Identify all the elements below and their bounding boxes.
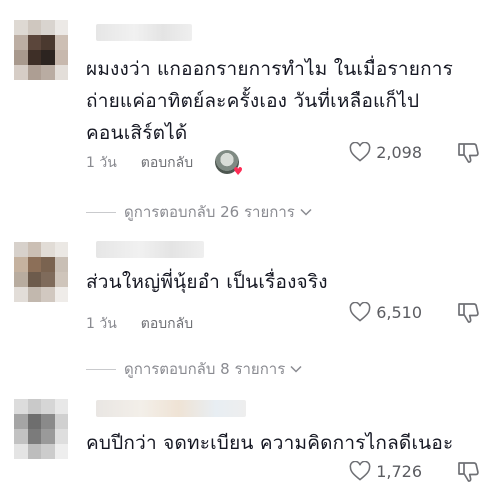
avatar-pixel	[14, 257, 28, 272]
avatar-pixel	[41, 429, 55, 444]
avatar-pixel	[54, 20, 68, 35]
dislike-button[interactable]	[456, 141, 482, 169]
avatar-pixel	[27, 242, 41, 257]
like-count: 6,510	[376, 302, 422, 322]
avatar-pixel	[54, 242, 68, 257]
avatar-pixel	[54, 399, 68, 414]
avatar-pixel	[54, 35, 68, 50]
avatar-pixel	[14, 272, 28, 287]
thumbs-down-icon	[458, 462, 479, 482]
avatar-pixel	[54, 429, 68, 444]
avatar-pixel	[41, 272, 55, 287]
avatar[interactable]	[14, 399, 68, 459]
reply-button[interactable]: ตอบกลับ	[141, 313, 193, 335]
chevron-down-icon	[300, 208, 312, 216]
avatar-pixel	[41, 287, 55, 302]
divider	[86, 211, 116, 213]
comment-meta: 1 วัน ตอบกลับ ♥	[86, 150, 244, 178]
heart-outline-icon	[349, 302, 371, 322]
avatar-pixel	[54, 50, 68, 65]
username[interactable]	[96, 24, 192, 41]
avatar-pixel	[27, 272, 41, 287]
avatar-pixel	[54, 65, 68, 80]
view-replies-label: ดูการตอบกลับ 26 รายการ	[124, 203, 295, 221]
avatar-pixel	[14, 287, 28, 302]
avatar-pixel	[27, 399, 41, 414]
view-replies-label: ดูการตอบกลับ 8 รายการ	[124, 360, 286, 378]
avatar-pixel	[14, 444, 28, 459]
comment-text-line: ส่วนใหญ่พี่นุ้ยอำ เป็นเรื่องจริง	[86, 271, 328, 293]
dislike-button[interactable]	[456, 460, 482, 488]
like-count: 1,726	[376, 461, 422, 481]
comment-text: ส่วนใหญ่พี่นุ้ยอำ เป็นเรื่องจริง	[86, 266, 476, 298]
avatar-pixel	[27, 429, 41, 444]
comment-text: ผมงงว่า แกออกรายการทำไม ในเมื่อรายการ ถ่…	[86, 53, 476, 149]
avatar-pixel	[27, 287, 41, 302]
comment-text-line: ผมงงว่า แกออกรายการทำไม ในเมื่อรายการ	[86, 58, 454, 80]
like-button[interactable]: 1,726	[349, 461, 422, 481]
comment-text-line: คบปีกว่า จดทะเบียน ความคิดการไกลดีเนอะ	[86, 432, 454, 454]
avatar[interactable]	[14, 242, 68, 302]
avatar-pixel	[27, 65, 41, 80]
avatar-pixel	[41, 444, 55, 459]
avatar-pixel	[14, 429, 28, 444]
username[interactable]	[96, 400, 246, 417]
avatar-pixel	[54, 444, 68, 459]
comment-time: 1 วัน	[86, 316, 117, 332]
username[interactable]	[96, 241, 204, 258]
avatar-pixel	[41, 414, 55, 429]
avatar-pixel	[14, 414, 28, 429]
heart-outline-icon	[349, 461, 371, 481]
reply-button[interactable]: ตอบกลับ	[141, 152, 193, 174]
avatar-pixel	[41, 20, 55, 35]
avatar-pixel	[14, 35, 28, 50]
comment-text: คบปีกว่า จดทะเบียน ความคิดการไกลดีเนอะ	[86, 427, 476, 459]
avatar-pixel	[14, 50, 28, 65]
view-replies-button[interactable]: ดูการตอบกลับ 26 รายการ	[86, 200, 312, 224]
creator-liked-badge: ♥	[215, 150, 244, 178]
dislike-button[interactable]	[456, 301, 482, 329]
chevron-down-icon	[290, 365, 302, 373]
like-count: 2,098	[376, 142, 422, 162]
avatar-pixel	[41, 65, 55, 80]
avatar-pixel	[14, 65, 28, 80]
divider	[86, 368, 116, 370]
thumbs-down-icon	[458, 143, 479, 163]
like-button[interactable]: 6,510	[349, 302, 422, 322]
avatar-pixel	[41, 242, 55, 257]
comment-text-line: ถ่ายแค่อาทิตย์ละครั้งเอง วันที่เหลือแก็ไ…	[86, 90, 420, 112]
avatar-pixel	[27, 257, 41, 272]
avatar-pixel	[14, 399, 28, 414]
avatar-pixel	[27, 20, 41, 35]
avatar[interactable]	[14, 20, 68, 80]
avatar-pixel	[54, 257, 68, 272]
thumbs-down-icon	[458, 303, 479, 323]
avatar-pixel	[14, 242, 28, 257]
view-replies-button[interactable]: ดูการตอบกลับ 8 รายการ	[86, 357, 302, 381]
heart-icon: ♥	[233, 165, 244, 178]
avatar-pixel	[27, 444, 41, 459]
avatar-pixel	[41, 399, 55, 414]
avatar-pixel	[14, 20, 28, 35]
avatar-pixel	[27, 50, 41, 65]
avatar-pixel	[54, 287, 68, 302]
avatar-pixel	[54, 272, 68, 287]
comment-time: 1 วัน	[86, 155, 117, 171]
avatar-pixel	[54, 414, 68, 429]
comment-meta: 1 วัน ตอบกลับ	[86, 313, 193, 335]
heart-outline-icon	[349, 142, 371, 162]
avatar-pixel	[41, 257, 55, 272]
avatar-pixel	[41, 35, 55, 50]
avatar-pixel	[27, 35, 41, 50]
like-button[interactable]: 2,098	[349, 142, 422, 162]
avatar-pixel	[27, 414, 41, 429]
avatar-pixel	[41, 50, 55, 65]
